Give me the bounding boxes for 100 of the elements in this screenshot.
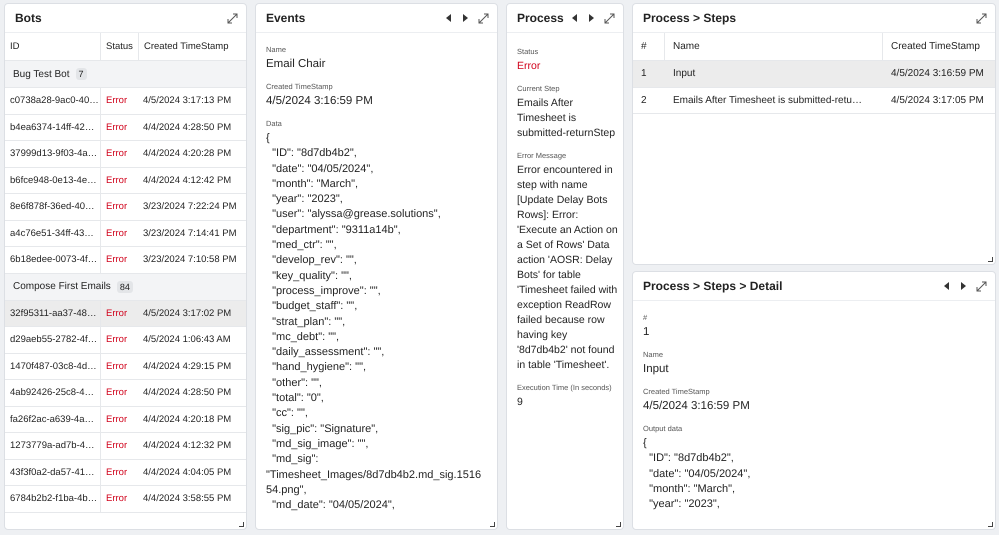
table-cell-text: 4/4/2024 4:12:32 PM bbox=[142, 439, 232, 454]
resize-handle-icon[interactable] bbox=[490, 522, 495, 527]
table-cell: 6784b2b2-f1ba-4b… bbox=[5, 486, 101, 512]
status-cell-text: Error bbox=[105, 120, 128, 135]
data-line: "year": "2023", bbox=[648, 497, 721, 512]
table-cell: c0738a28-9ac0-40… bbox=[5, 88, 101, 114]
table-cell: 6b18edee-0073-4f… bbox=[5, 247, 101, 272]
resize-handle-icon[interactable] bbox=[239, 522, 244, 527]
data-line: "hand_hygiene": "", bbox=[271, 360, 368, 376]
resize-handle-icon[interactable] bbox=[988, 522, 993, 527]
group-label[interactable]: Bug Test Bot bbox=[13, 68, 70, 80]
data-line: "ID": "8d7db4b2", bbox=[271, 146, 358, 162]
status-cell-text: Error bbox=[105, 386, 128, 400]
table-cell-text: 4/4/2024 4:12:42 PM bbox=[142, 174, 232, 188]
field-value: 9 bbox=[517, 395, 524, 410]
table-cell-text: 4/4/2024 4:04:05 PM bbox=[142, 466, 232, 480]
group-label[interactable]: Compose First Emails bbox=[13, 281, 111, 292]
table-cell-text: 4/4/2024 4:20:18 PM bbox=[142, 412, 232, 427]
table-cell: 1273779a-ad7b-4… bbox=[5, 433, 101, 458]
caret-left-icon[interactable] bbox=[446, 14, 452, 22]
expand-icon[interactable] bbox=[976, 280, 987, 292]
data-line: "md_date": "04/05/2024", bbox=[271, 498, 396, 514]
field-value: 4/5/2024 3:16:59 PM bbox=[266, 94, 374, 109]
field-value: 4/5/2024 3:16:59 PM bbox=[643, 399, 751, 414]
panel-title: Bots bbox=[15, 11, 42, 25]
expand-icon[interactable] bbox=[227, 12, 238, 24]
table-cell-text: 4/4/2024 3:58:55 PM bbox=[142, 492, 232, 506]
status-cell-text: Error bbox=[105, 333, 128, 348]
table-cell-text: 4/4/2024 4:28:50 PM bbox=[142, 120, 232, 135]
data-line: "cc": "", bbox=[271, 406, 309, 422]
data-line: "mc_debt": "", bbox=[271, 330, 340, 345]
data-line: "date": "04/05/2024", bbox=[271, 162, 374, 177]
resize-handle-icon[interactable] bbox=[988, 257, 993, 262]
table-cell-text: 3/23/2024 7:22:24 PM bbox=[142, 200, 238, 214]
column-header[interactable]: Created TimeStamp bbox=[883, 33, 995, 60]
status-cell-text: Error bbox=[105, 174, 128, 188]
data-line: { bbox=[643, 436, 648, 451]
data-line: "total": "0", bbox=[271, 391, 325, 406]
field-value: Input bbox=[643, 362, 670, 377]
status-cell-text: Error bbox=[105, 466, 128, 480]
data-line: "develop_rev": "", bbox=[271, 253, 358, 268]
status-value: Error bbox=[517, 59, 542, 74]
table-cell: b4ea6374-14ff-42… bbox=[5, 114, 101, 140]
table-cell: 32f95311-aa37-48… bbox=[5, 300, 101, 326]
caret-left-icon[interactable] bbox=[572, 14, 578, 22]
data-line: "year": "2023", bbox=[271, 192, 344, 208]
data-line: "strat_plan": "", bbox=[271, 314, 346, 330]
status-cell-text: Error bbox=[105, 439, 128, 454]
table-cell-text: Input bbox=[672, 67, 696, 82]
status-cell-text: Error bbox=[105, 200, 128, 214]
data-line: "md_sig": "Timesheet_Images/8d7db4b2.md_sig.151654.png", bbox=[266, 452, 482, 498]
column-header[interactable]: Status bbox=[101, 33, 139, 60]
caret-right-icon[interactable] bbox=[960, 282, 966, 290]
table-cell-text: 4/5/2024 3:17:02 PM bbox=[142, 306, 232, 321]
data-line: "sig_pic": "Signature", bbox=[271, 422, 380, 437]
expand-icon[interactable] bbox=[604, 12, 615, 24]
table-cell-text: 4/5/2024 3:17:13 PM bbox=[142, 94, 232, 108]
field-value: 1 bbox=[643, 325, 650, 340]
status-cell-text: Error bbox=[105, 253, 128, 268]
panel-title: Events bbox=[266, 11, 306, 25]
status-cell-text: Error bbox=[105, 226, 128, 241]
table-cell: fa26f2ac-a639-4a… bbox=[5, 406, 101, 432]
table-cell-text: 4/4/2024 4:29:15 PM bbox=[142, 360, 232, 374]
caret-left-icon[interactable] bbox=[944, 282, 950, 290]
column-header[interactable]: # bbox=[633, 33, 665, 60]
resize-handle-icon[interactable] bbox=[616, 522, 621, 527]
column-header[interactable]: Name bbox=[665, 33, 883, 60]
data-line: "process_improve": "", bbox=[271, 284, 382, 299]
data-line: "other": "", bbox=[271, 376, 323, 391]
data-line: "med_ctr": "", bbox=[271, 238, 338, 254]
panel-title: Process > Steps bbox=[643, 11, 736, 25]
table-cell-text: 2 bbox=[640, 94, 648, 108]
data-line: "budget_staff": "", bbox=[271, 299, 358, 314]
field-value: Emails After Timesheet is submitted-returnStep bbox=[517, 96, 616, 141]
table-cell: 1470f487-03c8-4d… bbox=[5, 354, 101, 379]
table-cell-text: 4/4/2024 4:28:50 PM bbox=[142, 386, 232, 400]
expand-icon[interactable] bbox=[976, 12, 987, 24]
table-cell: 43f3f0a2-da57-41… bbox=[5, 460, 101, 485]
data-line: "department": "9311a14b", bbox=[271, 222, 402, 238]
table-cell-text: 4/4/2024 4:20:28 PM bbox=[142, 147, 232, 162]
table-cell: 4ab92426-25c8-4… bbox=[5, 380, 101, 406]
table-cell-text: 4/5/2024 3:16:59 PM bbox=[890, 67, 985, 82]
status-cell-text: Error bbox=[105, 412, 128, 427]
caret-right-icon[interactable] bbox=[462, 14, 468, 22]
table-cell-text: 3/23/2024 7:10:58 PM bbox=[142, 253, 238, 268]
field-value: Email Chair bbox=[266, 57, 326, 72]
caret-right-icon[interactable] bbox=[588, 14, 594, 22]
table-cell: a4c76e51-34ff-43… bbox=[5, 220, 101, 246]
status-cell-text: Error bbox=[105, 360, 128, 374]
data-line: "date": "04/05/2024", bbox=[648, 466, 752, 482]
data-line: "month": "March", bbox=[648, 482, 736, 497]
data-line: { bbox=[266, 131, 271, 146]
panel-title: Process bbox=[517, 11, 564, 25]
table-cell: 37999d13-9f03-4a… bbox=[5, 141, 101, 166]
column-header[interactable]: Created TimeStamp bbox=[139, 33, 246, 60]
expand-icon[interactable] bbox=[478, 12, 489, 24]
table-cell-text: 4/5/2024 3:17:05 PM bbox=[890, 94, 985, 108]
column-header[interactable]: ID bbox=[5, 33, 101, 60]
status-cell-text: Error bbox=[105, 492, 128, 506]
count-badge: 84 bbox=[116, 280, 133, 292]
